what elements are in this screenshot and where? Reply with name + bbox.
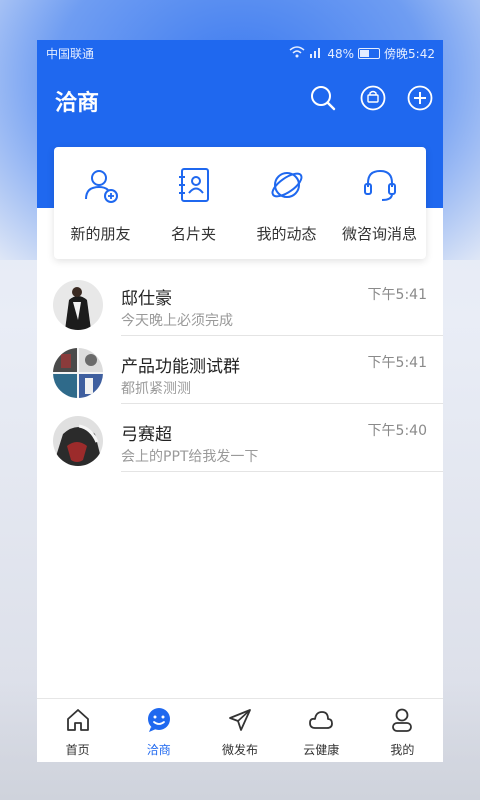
orbit-icon — [267, 165, 307, 209]
tab-publish[interactable]: 微发布 — [199, 699, 280, 762]
chat-time: 下午5:41 — [367, 287, 427, 303]
shortcut-card: 新的朋友 名片夹 我的动态 微咨询消息 — [54, 147, 426, 259]
shortcut-my-moments[interactable]: 我的动态 — [240, 147, 333, 259]
add-friend-icon — [81, 165, 121, 209]
chat-name: 弓赛超 — [121, 425, 172, 445]
tab-me[interactable]: 我的 — [362, 699, 443, 762]
chat-row[interactable]: 产品功能测试群 下午5:41 都抓紧测测 — [37, 336, 443, 404]
chat-name: 产品功能测试群 — [121, 357, 240, 377]
tab-bar: 首页 洽商 微发布 云健康 我的 — [37, 698, 443, 762]
wifi-icon — [289, 46, 305, 61]
clock: 傍晚5:42 — [384, 47, 435, 61]
page-title: 洽商 — [55, 91, 100, 116]
chat-list: 邸仕豪 下午5:41 今天晚上必须完成 产品功能测试群 下午5:41 都抓紧测测… — [37, 268, 443, 472]
shortcut-label: 微咨询消息 — [341, 225, 417, 243]
chat-preview: 会上的PPT给我发一下 — [121, 449, 259, 465]
add-icon[interactable] — [406, 84, 434, 112]
tab-label: 微发布 — [222, 743, 259, 757]
shortcut-consult-messages[interactable]: 微咨询消息 — [333, 147, 426, 259]
chat-row[interactable]: 邸仕豪 下午5:41 今天晚上必须完成 — [37, 268, 443, 336]
tab-label: 云健康 — [303, 743, 340, 757]
cloud-icon — [308, 707, 334, 737]
chat-time: 下午5:41 — [367, 355, 427, 371]
tab-label: 首页 — [65, 743, 90, 757]
tab-chat[interactable]: 洽商 — [118, 699, 199, 762]
headset-icon — [360, 165, 400, 209]
divider — [121, 471, 443, 472]
chat-preview: 今天晚上必须完成 — [121, 313, 233, 329]
chat-smile-icon — [146, 707, 172, 737]
status-bar: 中国联通 48% 傍晚5:42 — [37, 40, 443, 64]
person-icon — [389, 707, 415, 737]
shortcut-label: 新的朋友 — [70, 225, 131, 243]
battery-icon — [358, 48, 381, 59]
signal-icon — [309, 46, 323, 61]
shortcut-new-friends[interactable]: 新的朋友 — [54, 147, 147, 259]
tab-cloud-health[interactable]: 云健康 — [281, 699, 362, 762]
shortcut-label: 名片夹 — [170, 225, 216, 243]
avatar — [53, 416, 103, 466]
chat-name: 邸仕豪 — [121, 289, 172, 309]
contact-book-icon — [174, 165, 214, 209]
tab-home[interactable]: 首页 — [37, 699, 118, 762]
shortcut-label: 我的动态 — [256, 225, 317, 243]
carrier-label: 中国联通 — [46, 47, 95, 61]
shortcut-card-holder[interactable]: 名片夹 — [147, 147, 240, 259]
avatar — [53, 280, 103, 330]
tab-label: 洽商 — [146, 743, 171, 757]
chat-preview: 都抓紧测测 — [121, 381, 191, 397]
search-icon[interactable] — [309, 84, 337, 112]
battery-percent: 48% — [327, 46, 355, 61]
tab-label: 我的 — [390, 743, 415, 757]
send-icon — [227, 707, 253, 737]
secret-chat-icon[interactable] — [359, 84, 387, 112]
chat-time: 下午5:40 — [367, 423, 427, 439]
home-icon — [65, 707, 91, 737]
group-avatar — [53, 348, 103, 398]
phone-screen: 中国联通 48% 傍晚5:42 洽商 新的朋友 名片夹 我的动态 微咨询消息 邸… — [37, 40, 443, 762]
chat-row[interactable]: 弓赛超 下午5:40 会上的PPT给我发一下 — [37, 404, 443, 472]
